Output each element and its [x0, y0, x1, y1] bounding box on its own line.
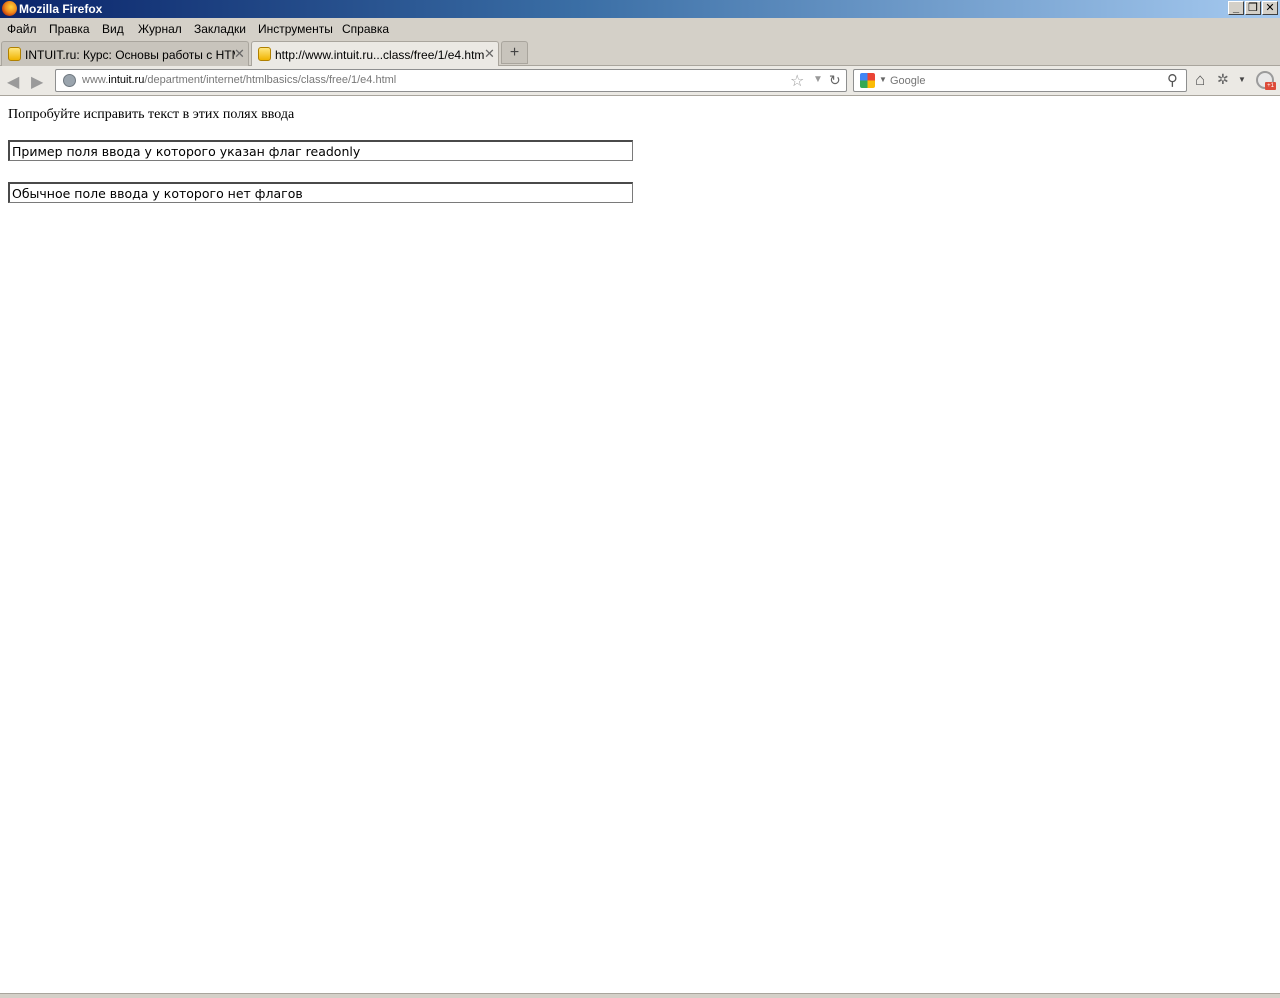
google-plus-one-icon[interactable]: +1: [1256, 71, 1276, 90]
home-icon[interactable]: ⌂: [1195, 70, 1205, 90]
back-arrow-icon[interactable]: ◀: [7, 72, 19, 92]
editable-text-input[interactable]: [8, 182, 633, 203]
tab-close-icon[interactable]: ✕: [234, 46, 245, 62]
menu-file[interactable]: Файл: [7, 22, 37, 36]
address-bar[interactable]: www.intuit.ru/department/internet/htmlba…: [55, 69, 847, 92]
menu-help[interactable]: Справка: [342, 22, 389, 36]
instruction-text: Попробуйте исправить текст в этих полях …: [8, 107, 295, 122]
intuit-favicon-icon: [258, 47, 271, 61]
tab-bar: INTUIT.ru: Курс: Основы работы с HTM... …: [0, 40, 1280, 67]
addon-dropdown-icon[interactable]: ▼: [1238, 75, 1246, 84]
site-identity-globe-icon[interactable]: [63, 74, 76, 87]
url-host: intuit.ru: [108, 74, 145, 86]
window-titlebar: Mozilla Firefox _ ❐ ✕: [0, 0, 1280, 18]
menu-tools[interactable]: Инструменты: [258, 22, 333, 36]
menu-history[interactable]: Журнал: [138, 22, 182, 36]
forward-arrow-icon[interactable]: ▶: [31, 72, 43, 92]
intuit-favicon-icon: [8, 47, 21, 61]
tab-e4-page[interactable]: http://www.intuit.ru...class/free/1/e4.h…: [251, 41, 499, 67]
search-magnifier-icon[interactable]: ⚲: [1167, 71, 1178, 89]
plus-one-badge: +1: [1265, 82, 1276, 90]
search-input[interactable]: [890, 73, 1160, 88]
reload-icon[interactable]: ↻: [829, 72, 841, 89]
firefox-logo-icon: [2, 1, 17, 16]
menu-bookmarks[interactable]: Закладки: [194, 22, 246, 36]
menu-edit[interactable]: Правка: [49, 22, 90, 36]
address-url[interactable]: www.intuit.ru/department/internet/htmlba…: [82, 74, 396, 86]
tab-label: http://www.intuit.ru...class/free/1/e4.h…: [275, 48, 485, 62]
tab-close-icon[interactable]: ✕: [484, 46, 495, 62]
bookmark-star-icon[interactable]: ☆: [790, 71, 804, 91]
url-path: /department/internet/htmlbasics/class/fr…: [144, 74, 397, 86]
tab-intuit-course[interactable]: INTUIT.ru: Курс: Основы работы с HTM... …: [1, 41, 249, 66]
addon-icon[interactable]: ✲: [1217, 71, 1229, 88]
history-dropdown-icon[interactable]: ▼: [813, 74, 823, 85]
minimize-button[interactable]: _: [1228, 1, 1244, 15]
tab-label: INTUIT.ru: Курс: Основы работы с HTM...: [25, 48, 235, 62]
google-engine-icon[interactable]: [860, 73, 875, 88]
menu-view[interactable]: Вид: [102, 22, 124, 36]
readonly-text-input[interactable]: [8, 140, 633, 161]
page-content: Попробуйте исправить текст в этих полях …: [0, 97, 1280, 993]
url-prefix: www.: [82, 74, 109, 86]
maximize-button[interactable]: ❐: [1245, 1, 1261, 15]
engine-dropdown-icon[interactable]: ▼: [879, 75, 887, 84]
menu-bar: Файл Правка Вид Журнал Закладки Инструме…: [0, 18, 1280, 40]
window-title: Mozilla Firefox: [19, 2, 103, 16]
status-bar: [0, 993, 1280, 998]
search-bar[interactable]: ▼ ⚲: [853, 69, 1187, 92]
new-tab-button[interactable]: +: [501, 41, 528, 64]
navigation-bar: ◀ ▶ www.intuit.ru/department/internet/ht…: [0, 66, 1280, 96]
close-window-button[interactable]: ✕: [1262, 1, 1278, 15]
